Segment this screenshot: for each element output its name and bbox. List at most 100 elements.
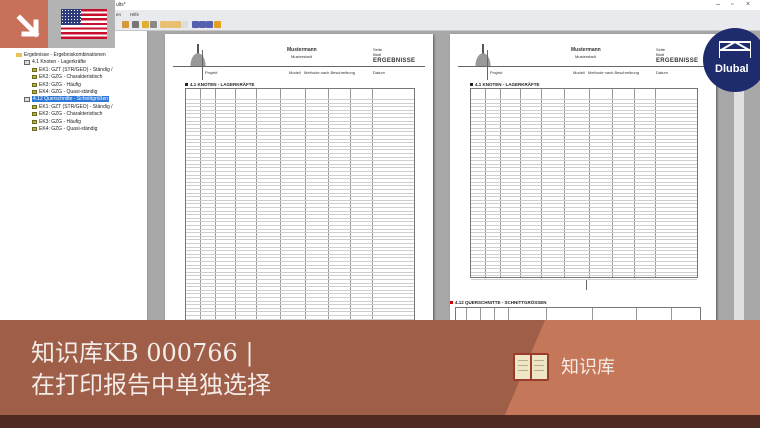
table-row — [471, 275, 697, 277]
table-row — [186, 304, 414, 306]
table-row — [186, 135, 414, 136]
table-row — [471, 279, 697, 280]
folder-icon — [16, 53, 22, 57]
table-row — [471, 210, 697, 212]
table-row — [186, 275, 414, 277]
tree-item[interactable]: 4.1 Knoten - Lagerkräfte — [24, 59, 86, 65]
table-row — [186, 210, 414, 212]
report-page-left: Mustermann Musterstadt Seite Blatt ERGEBNISS… — [165, 34, 433, 328]
section-title-2: 4.12 QUERSCHNITTE - SCHNITTGRÖSSEN — [450, 300, 547, 305]
toolbar-button[interactable] — [192, 21, 199, 28]
bridge-icon — [719, 40, 751, 58]
table-row — [186, 268, 414, 270]
table-row — [471, 145, 697, 147]
menu-help[interactable]: Hilfe — [130, 12, 139, 17]
divider — [586, 280, 587, 290]
tree-item[interactable]: EK4: GZG - Quasi-ständig — [32, 126, 97, 132]
toolbar-button[interactable] — [132, 21, 139, 28]
table-row — [186, 181, 414, 183]
toolbar-button[interactable] — [122, 21, 129, 28]
model-value: Methode nach Beschreibung — [304, 70, 355, 75]
tree-item[interactable]: 4.12 Querschnitte - Schnittgrößen — [24, 96, 110, 103]
table-row — [471, 257, 697, 259]
toolbar-button[interactable] — [181, 21, 188, 28]
close-button[interactable]: × — [746, 1, 750, 8]
toolbar-button[interactable] — [150, 21, 157, 28]
table-row — [471, 138, 697, 140]
banner-title-line2: 在打印报告中单独选择 — [31, 371, 271, 399]
logo-text: Dlubal — [715, 63, 749, 75]
company-city: Musterstadt — [575, 54, 596, 59]
toolbar-button[interactable] — [174, 21, 181, 28]
model-value: Methode nach Beschreibung — [588, 70, 639, 75]
table-row — [186, 199, 414, 201]
table-row — [471, 232, 697, 234]
table-row — [471, 225, 697, 226]
company-name: Mustermann — [571, 47, 601, 53]
combo-icon — [32, 75, 37, 80]
model-label: Modell — [289, 70, 301, 75]
divider — [487, 50, 488, 80]
table-row — [471, 199, 697, 201]
table-row — [186, 196, 414, 198]
table-row — [471, 185, 697, 187]
table-row — [471, 271, 697, 273]
table-row — [186, 307, 414, 309]
table-row — [471, 124, 697, 126]
table-row — [471, 131, 697, 133]
maximize-button[interactable]: ▫ — [731, 1, 733, 8]
table-row — [186, 279, 414, 280]
table-row — [471, 207, 697, 208]
table-row — [186, 311, 414, 313]
table-row — [186, 145, 414, 147]
book-icon — [513, 353, 549, 381]
table-row — [471, 127, 697, 129]
sheet-label: Blatt — [656, 52, 665, 57]
tree-item[interactable]: EK3: GZG - Häufig — [32, 119, 81, 125]
table-row — [471, 243, 697, 244]
table-row — [186, 243, 414, 244]
table-row — [471, 192, 697, 194]
toolbar-button[interactable] — [199, 21, 206, 28]
tree-item-label: EK4: GZG - Quasi-ständig — [39, 89, 98, 95]
table-row — [471, 261, 697, 262]
combo-icon — [32, 90, 37, 94]
navigator-tree: Ergebnisse - Ergebniskombinationen 4.1 Kn… — [0, 31, 148, 321]
table-row — [186, 117, 414, 118]
minimize-button[interactable]: – — [716, 1, 720, 8]
tree-item[interactable]: EK2: GZG - Charakteristisch — [32, 74, 102, 80]
dlubal-logo: Dlubal — [703, 28, 760, 92]
tree-item[interactable]: EK3: GZG - Häufig — [32, 82, 81, 88]
table-row — [186, 171, 414, 172]
table-row — [471, 102, 697, 104]
menu-item[interactable]: en — [116, 12, 121, 17]
table-row — [471, 156, 697, 158]
toolbar-button[interactable] — [214, 21, 221, 28]
tree-item[interactable]: EK1: GZT (STR/GEO) - Ständig / — [32, 67, 113, 73]
table-row — [186, 207, 414, 208]
table-row — [186, 185, 414, 187]
tree-item-label: EK4: GZG - Quasi-ständig — [39, 126, 98, 132]
project-label: Projekt — [205, 70, 218, 75]
table-icon — [24, 59, 30, 65]
table-row — [186, 153, 414, 154]
table-row — [471, 99, 697, 100]
table-row — [471, 106, 697, 108]
model-label: Modell — [573, 70, 585, 75]
toolbar-button[interactable] — [142, 21, 149, 28]
table-row — [471, 264, 697, 266]
tree-item-label: EK3: GZG - Häufig — [39, 118, 81, 125]
table-row — [186, 174, 414, 176]
tree-item-label: EK2: GZG - Charakteristisch — [39, 111, 103, 118]
tree-item[interactable]: Ergebnisse - Ergebniskombinationen — [16, 52, 106, 58]
toolbar-button[interactable] — [206, 21, 213, 28]
table-row — [186, 282, 414, 284]
tree-item[interactable]: EK1: GZT (STR/GEO) - Ständig / — [32, 104, 113, 110]
table-row — [186, 250, 414, 252]
toolbar-button[interactable] — [167, 21, 174, 28]
table-row — [471, 235, 697, 237]
tree-item[interactable]: EK2: GZG - Charakteristisch — [32, 111, 102, 117]
tree-item[interactable]: EK4: GZG - Quasi-ständig — [32, 89, 97, 95]
table-row — [186, 246, 414, 248]
toolbar-button[interactable] — [160, 21, 167, 28]
